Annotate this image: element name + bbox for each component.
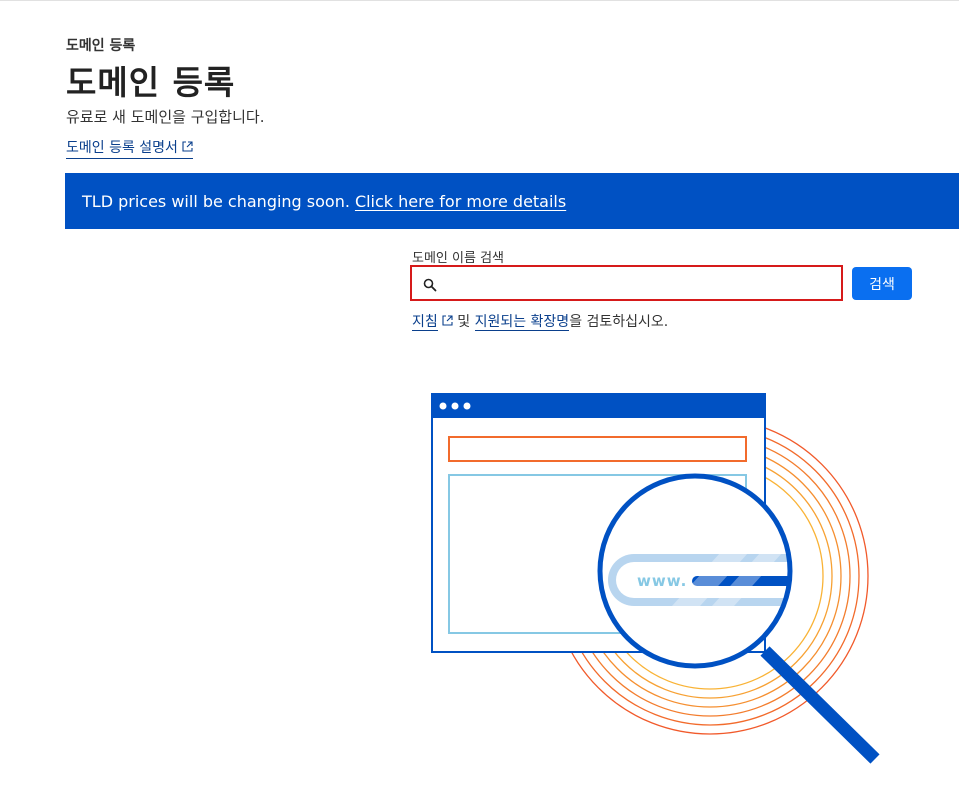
domain-search-field[interactable] xyxy=(410,265,843,301)
page-title: 도메인 등록 xyxy=(66,63,236,102)
external-link-icon xyxy=(442,314,453,330)
magnifier-url-text: www. xyxy=(637,572,687,590)
policy-link[interactable]: 지침 xyxy=(412,314,438,331)
search-label: 도메인 이름 검색 xyxy=(412,251,504,266)
page-subtitle: 유료로 새 도메인을 구입합니다. xyxy=(66,108,265,126)
search-button[interactable]: 검색 xyxy=(852,267,912,300)
banner-text: TLD prices will be changing soon. xyxy=(82,191,350,211)
domain-search-input[interactable] xyxy=(444,271,838,297)
help-suffix: 을 검토하십시오. xyxy=(569,314,669,330)
external-link-icon xyxy=(182,140,193,156)
breadcrumb: 도메인 등록 xyxy=(66,38,136,54)
supported-extensions-link[interactable]: 지원되는 확장명 xyxy=(474,314,570,331)
domain-search-illustration: www. xyxy=(420,381,890,785)
help-and: 및 xyxy=(457,314,471,330)
price-change-banner: TLD prices will be changing soon. Click … xyxy=(65,173,959,229)
policy-link-label: 지침 xyxy=(412,314,438,330)
help-text: 지침 및 지원되는 확장명을 검토하십시오. xyxy=(412,311,668,331)
banner-details-link[interactable]: Click here for more details xyxy=(355,192,566,211)
search-icon xyxy=(423,277,437,296)
guide-link-label: 도메인 등록 설명서 xyxy=(66,140,178,156)
registration-guide-link[interactable]: 도메인 등록 설명서 xyxy=(66,137,193,159)
